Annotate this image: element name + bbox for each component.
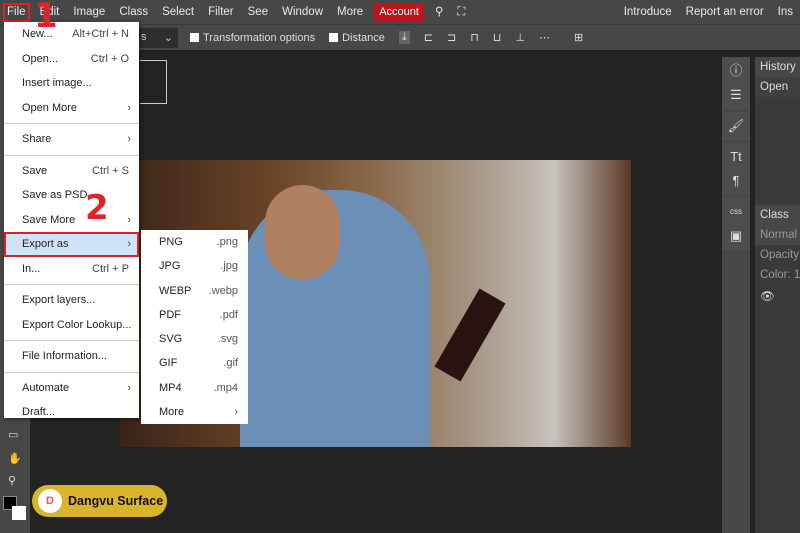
transformation-label: Transformation options (203, 31, 316, 44)
paragraph-icon[interactable]: ¶ (722, 169, 750, 193)
transformation-checkbox[interactable]: Transformation options (190, 32, 315, 44)
menu-item-save-psd[interactable]: Save as PSD (4, 183, 139, 208)
photo-head (265, 185, 340, 280)
info-icon[interactable]: ⓘ (722, 59, 750, 83)
account-button[interactable]: Account (374, 3, 424, 21)
export-jpg[interactable]: JPG .jpg (141, 254, 248, 278)
menu-item-export-layers[interactable]: Export layers... (4, 288, 139, 313)
align-bottom-icon[interactable]: ⊥ (515, 31, 525, 44)
class-tab[interactable]: Class (755, 205, 800, 225)
hand-tool-icon[interactable]: ✋ (8, 452, 22, 465)
download-icon[interactable]: ⤓ (398, 31, 410, 44)
layer-row[interactable]: 👁 (755, 285, 800, 307)
menu-item-automate[interactable]: Automate › (4, 376, 139, 401)
menu-class[interactable]: Class (112, 0, 155, 24)
introduce-link[interactable]: Introduce (617, 0, 679, 24)
menu-item-open[interactable]: Open... Ctrl + O (4, 47, 139, 72)
mode-select[interactable]: s ⌄ (136, 28, 178, 48)
text-icon[interactable]: Tt (722, 145, 750, 169)
distribute-icon[interactable]: ⋯ (539, 31, 550, 44)
menu-more[interactable]: More (330, 0, 370, 24)
menu-item-file-information[interactable]: File Information... (4, 344, 139, 369)
fullscreen-icon[interactable]: ⛶ (450, 0, 472, 24)
eye-icon[interactable]: 👁 (760, 291, 775, 303)
export-gif[interactable]: GIF .gif (141, 351, 248, 375)
menu-item-insert-image[interactable]: Insert image... (4, 71, 139, 96)
export-svg[interactable]: SVG .svg (141, 327, 248, 351)
right-icon-column: ⓘ ☰ 🖌 Tt ¶ css ▣ (722, 57, 750, 533)
select-value: s (141, 31, 147, 43)
export-mp4[interactable]: MP4 .mp4 (141, 376, 248, 400)
menu-select[interactable]: Select (155, 0, 201, 24)
report-error-link[interactable]: Report an error (679, 0, 771, 24)
watermark-logo-icon: D (38, 489, 62, 513)
menu-item-export-color-lookup[interactable]: Export Color Lookup... (4, 313, 139, 338)
menu-item-share[interactable]: Share › (4, 127, 139, 152)
align-top-icon[interactable]: ⊓ (470, 31, 479, 44)
watermark-text: Dangvu Surface (68, 494, 164, 508)
watermark-badge: D Dangvu Surface (32, 485, 167, 517)
menu-window[interactable]: Window (275, 0, 330, 24)
menu-item-export-as[interactable]: Export as › (4, 232, 139, 257)
menu-item-open-more[interactable]: Open More › (4, 96, 139, 121)
step-1-highlight (3, 3, 30, 22)
grid-icon[interactable]: ⊞ (574, 31, 583, 44)
brush-icon[interactable]: 🖌 (722, 114, 750, 138)
menu-item-print[interactable]: In... Ctrl + P (4, 257, 139, 282)
menu-item-new[interactable]: New... Alt+Ctrl + N (4, 22, 139, 47)
export-more[interactable]: More › (141, 400, 248, 424)
opacity-label: Opacity: (760, 249, 800, 261)
menu-item-draft[interactable]: Draft... (4, 400, 139, 425)
adjustments-icon[interactable]: ☰ (722, 83, 750, 107)
menu-item-save-more[interactable]: Save More › (4, 208, 139, 233)
chevron-down-icon: ⌄ (163, 32, 173, 44)
menu-see[interactable]: See (241, 0, 275, 24)
export-pdf[interactable]: PDF .pdf (141, 303, 248, 327)
step-2-number: 2 (85, 188, 109, 228)
align-left-icon[interactable]: ⊏ (424, 31, 433, 44)
zoom-tool-icon[interactable]: ⚲ (8, 474, 16, 487)
menu-item-save[interactable]: Save Ctrl + S (4, 159, 139, 184)
right-panel: History Open Class Normal Opacity: Color… (755, 57, 800, 533)
color-label: Color: 10 (760, 269, 800, 281)
search-icon[interactable]: ⚲ (428, 0, 450, 24)
history-tab[interactable]: History (755, 57, 800, 77)
file-menu: New... Alt+Ctrl + N Open... Ctrl + O Inser… (4, 22, 139, 418)
blend-mode-select[interactable]: Normal (755, 225, 800, 245)
export-webp[interactable]: WEBP .webp (141, 279, 248, 303)
ins-link[interactable]: Ins (771, 0, 800, 24)
menu-image[interactable]: Image (66, 0, 112, 24)
image-icon[interactable]: ▣ (722, 224, 750, 248)
distance-checkbox[interactable]: Distance (329, 32, 385, 44)
export-submenu: PNG .png JPG .jpg WEBP .webp PDF .pdf SVG .sv… (141, 230, 248, 424)
distance-label: Distance (342, 31, 385, 44)
selection-outline (140, 60, 167, 104)
menu-filter[interactable]: Filter (201, 0, 241, 24)
step-1-number: 1 (34, 0, 58, 36)
css-icon[interactable]: css (722, 200, 750, 224)
align-center-icon[interactable]: ⊐ (447, 31, 456, 44)
export-png[interactable]: PNG .png (141, 230, 248, 254)
background-color[interactable] (12, 506, 26, 520)
align-middle-icon[interactable]: ⊔ (493, 31, 502, 44)
menu-bar: File Edit Image Class Select Filter See … (0, 0, 800, 24)
history-item[interactable]: Open (755, 77, 800, 97)
rectangle-tool-icon[interactable]: ▭ (8, 428, 18, 441)
